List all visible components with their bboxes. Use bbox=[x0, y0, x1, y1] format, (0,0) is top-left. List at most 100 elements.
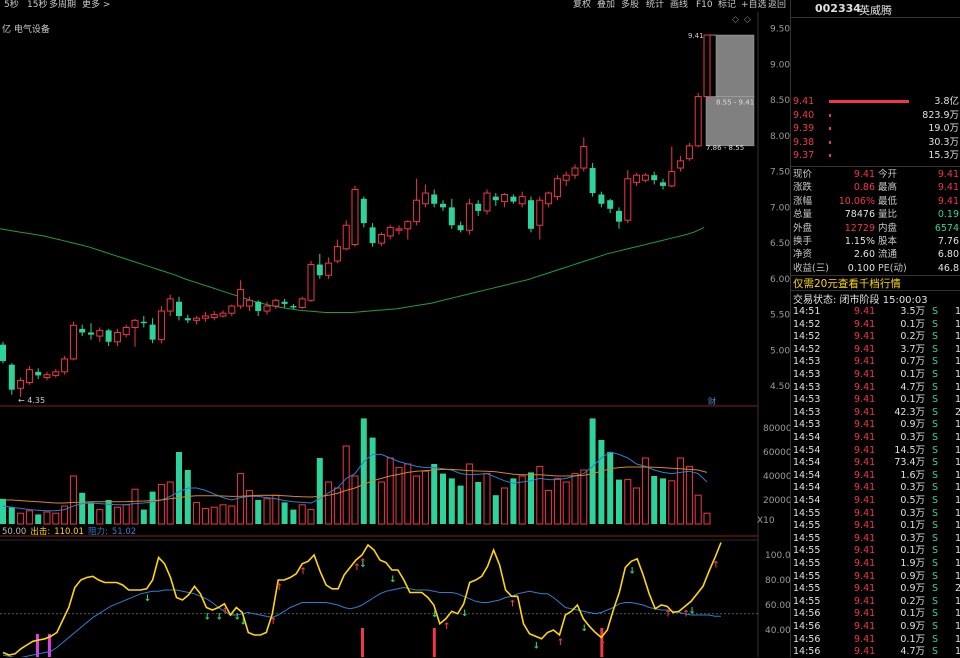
tick-time: 14:53 bbox=[793, 369, 821, 380]
sell-arrow-icon: ↓ bbox=[359, 560, 367, 570]
volume-bar bbox=[510, 478, 517, 524]
stat-value: 78476 bbox=[844, 209, 875, 221]
tick-price: 9.41 bbox=[854, 369, 876, 380]
toolbar-button-3[interactable]: 统计 bbox=[646, 0, 664, 11]
price-tick: 7.00 bbox=[770, 203, 790, 213]
tick-count: 2 bbox=[955, 583, 960, 595]
tick-count: 1 bbox=[955, 646, 960, 658]
bid-price: 9.41 bbox=[793, 96, 815, 107]
toolbar-button-7[interactable]: +自选 bbox=[741, 0, 767, 11]
chart-title: 亿 电气设备 bbox=[2, 23, 50, 35]
volume-bar bbox=[298, 504, 306, 525]
toolbar-button-0[interactable]: 复权 bbox=[573, 0, 591, 11]
volume-bar bbox=[457, 485, 464, 524]
volume-bar bbox=[342, 445, 350, 525]
volume-bar bbox=[641, 457, 649, 525]
indicator-tick: 100.00 bbox=[765, 551, 790, 561]
indicator-header-part: 50.00 bbox=[2, 527, 26, 537]
candle-body bbox=[431, 194, 438, 204]
tick-price: 9.41 bbox=[854, 306, 876, 317]
candle-body bbox=[79, 328, 86, 333]
candle-body bbox=[307, 264, 315, 301]
candle-body bbox=[272, 299, 280, 307]
volume-bar bbox=[377, 481, 385, 525]
volume-bar bbox=[616, 479, 622, 524]
promo-link[interactable]: 仅需20元查看千档行情 bbox=[793, 276, 901, 291]
toolbar-button-6[interactable]: 标记 bbox=[718, 0, 736, 11]
stat-row: 涨幅 10.06% 最低 9.41 bbox=[791, 195, 960, 208]
low-price-value: 4.35 bbox=[27, 396, 45, 405]
tick-side: S bbox=[932, 583, 939, 595]
period-2[interactable]: 多周期 bbox=[49, 0, 76, 11]
volume-bar bbox=[562, 481, 570, 525]
stock-code: 002334 bbox=[815, 2, 861, 15]
toolbar-button-2[interactable]: 多股 bbox=[621, 0, 639, 11]
stat-value: 7.76 bbox=[937, 236, 959, 247]
candle-body bbox=[52, 371, 60, 376]
candle-body bbox=[641, 174, 649, 181]
candle-body bbox=[668, 171, 676, 187]
signal-bar bbox=[361, 628, 364, 657]
bid-volume: 15.3万 bbox=[928, 150, 959, 161]
tick-price: 9.41 bbox=[854, 482, 876, 494]
volume-tick: 40000 bbox=[763, 472, 790, 482]
candle-body bbox=[25, 369, 33, 384]
order-book-row: 9.41 3.8亿 bbox=[791, 95, 960, 108]
period-3[interactable]: 更多 > bbox=[82, 0, 110, 11]
volume-bar bbox=[421, 470, 429, 525]
period-0[interactable]: 5秒 bbox=[4, 0, 19, 11]
bid-bar bbox=[829, 127, 831, 130]
tick-time: 14:56 bbox=[793, 646, 821, 658]
bid-bar bbox=[829, 113, 831, 117]
tick-count: 1 bbox=[955, 469, 960, 481]
period-1[interactable]: 15秒 bbox=[27, 0, 47, 11]
tick-row: 14:53 9.41 0.7万 S 1 bbox=[791, 355, 960, 368]
tick-time: 14:53 bbox=[793, 381, 821, 393]
bid-volume: 823.9万 bbox=[922, 109, 959, 121]
volume-bar bbox=[88, 502, 94, 524]
volume-bar bbox=[607, 452, 614, 524]
candle-body bbox=[228, 305, 236, 314]
tick-volume: 0.1万 bbox=[900, 369, 925, 380]
tick-side: S bbox=[932, 608, 939, 620]
toolbar-button-8[interactable]: 返回 bbox=[768, 0, 786, 11]
order-book-row: 9.40 823.9万 bbox=[791, 109, 960, 122]
stat-row: 涨跌 0.86 最高 9.41 bbox=[791, 181, 960, 194]
tick-side: S bbox=[932, 595, 939, 607]
toolbar-button-1[interactable]: 叠加 bbox=[597, 0, 615, 11]
stat-label: 净资 bbox=[793, 249, 813, 261]
volume-bar bbox=[651, 476, 658, 524]
toolbar-button-5[interactable]: F10 bbox=[696, 0, 713, 11]
tick-side: S bbox=[932, 343, 939, 355]
tick-volume: 73.4万 bbox=[894, 457, 925, 469]
tick-count: 1 bbox=[955, 457, 960, 469]
tick-count: 1 bbox=[955, 482, 960, 494]
quote-panel: 002334 英威腾 9.41 3.8亿 9.40 823.9万 9.39 19.0万 9.… bbox=[790, 0, 960, 657]
tick-count: 1 bbox=[955, 595, 960, 607]
volume-bar bbox=[580, 469, 588, 525]
indicator-header-part: 出击: bbox=[30, 526, 50, 537]
tick-row: 14:53 9.41 0.9万 S 1 bbox=[791, 418, 960, 431]
toolbar-button-4[interactable]: 画线 bbox=[670, 0, 688, 11]
candle-body bbox=[395, 228, 403, 231]
price-tick: 8.50 bbox=[770, 96, 790, 106]
order-book-row: 9.37 15.3万 bbox=[791, 149, 960, 162]
indicator-header-part: 110.01 bbox=[54, 527, 84, 537]
tick-price: 9.41 bbox=[854, 608, 876, 620]
volume-tick: 20000 bbox=[763, 496, 790, 506]
candle-body bbox=[219, 312, 227, 317]
candle-body bbox=[157, 310, 165, 341]
tick-side: S bbox=[932, 545, 939, 557]
tick-price: 9.41 bbox=[854, 646, 876, 658]
bid-price: 9.40 bbox=[793, 109, 815, 121]
sell-arrow-icon: ↓ bbox=[461, 609, 469, 619]
candle-body bbox=[616, 210, 622, 222]
tick-side: S bbox=[932, 633, 939, 645]
tick-time: 14:54 bbox=[793, 444, 821, 456]
candle-body bbox=[333, 246, 341, 262]
tick-volume: 0.1万 bbox=[900, 633, 925, 645]
tick-time: 14:55 bbox=[793, 507, 821, 519]
stat-value: 9.41 bbox=[937, 195, 959, 207]
candle-body bbox=[421, 192, 429, 205]
chart-area[interactable]: 亿 电气设备 ◇ ◇ 9.50 9.00 8.50 8.00 7.50 7.00 6.50 6.00… bbox=[0, 12, 790, 657]
